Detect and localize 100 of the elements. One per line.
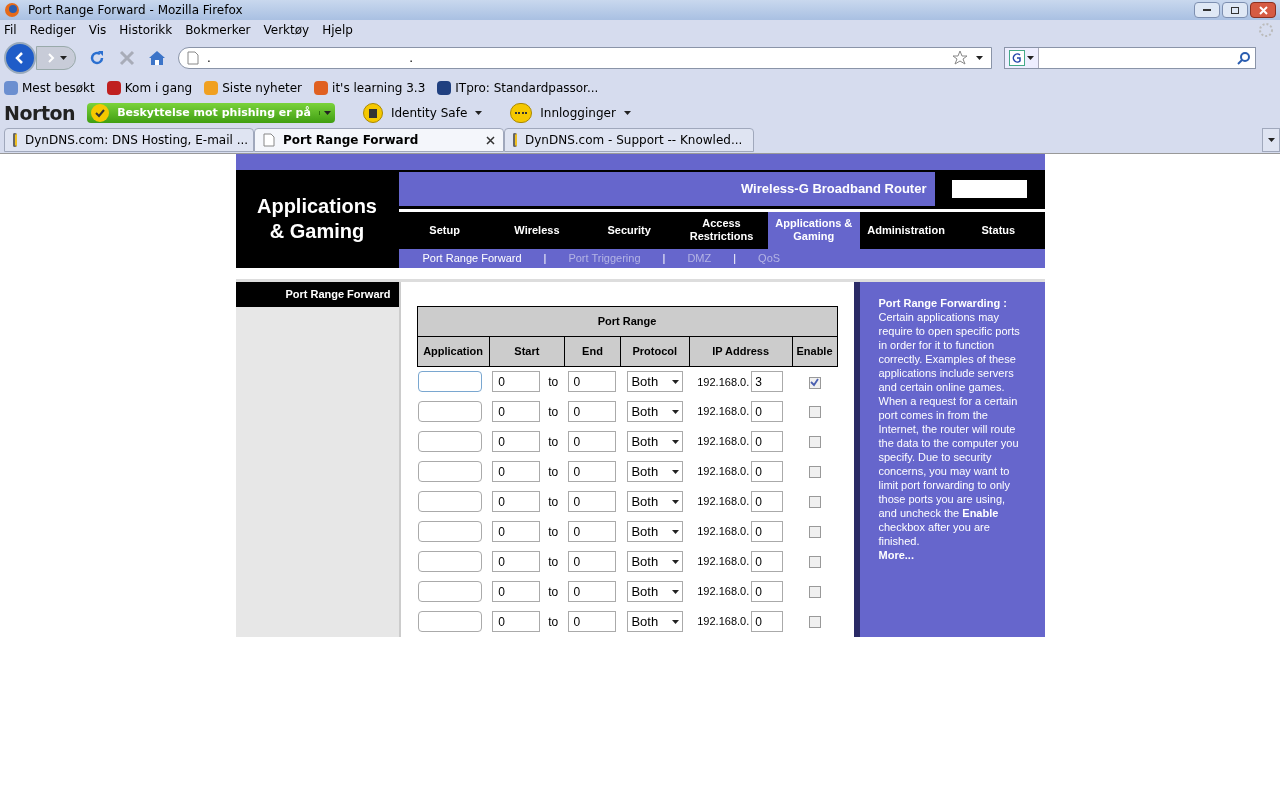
end-port-field[interactable]: 0 (567, 521, 616, 542)
logins-button[interactable]: Innlogginger (510, 103, 631, 123)
application-field[interactable] (418, 581, 482, 602)
application-field[interactable] (418, 401, 482, 422)
menu-item[interactable]: Vis (88, 21, 107, 39)
ip-prefix: 192.168.0. (697, 404, 750, 420)
ip-field[interactable]: 0 (751, 431, 784, 452)
browser-tab[interactable]: DynDNS.com - Support -- Knowled... (504, 128, 754, 152)
enable-checkbox[interactable] (808, 466, 821, 479)
browser-tab[interactable]: DynDNS.com: DNS Hosting, E-mail ... (4, 128, 254, 152)
enable-checkbox[interactable] (808, 616, 821, 629)
bookmark-icon (4, 81, 18, 95)
end-port-field[interactable]: 0 (567, 461, 616, 482)
start-port-field[interactable]: 0 (492, 461, 541, 482)
end-port-field[interactable]: 0 (567, 611, 616, 632)
bookmark-link[interactable]: Siste nyheter (222, 79, 303, 97)
tab-list-button[interactable] (1262, 128, 1280, 152)
ip-field[interactable]: 0 (751, 461, 784, 482)
start-port-field[interactable]: 0 (492, 431, 541, 452)
page-icon (187, 51, 199, 65)
bookmark-icon (437, 81, 452, 95)
more-link[interactable]: More... (878, 549, 914, 561)
search-field[interactable] (1004, 47, 1256, 69)
start-port-field[interactable]: 0 (492, 581, 541, 602)
start-port-field[interactable]: 0 (492, 401, 541, 422)
home-icon[interactable] (148, 49, 166, 67)
menu-item[interactable]: Historikk (119, 21, 173, 39)
application-field[interactable] (418, 461, 482, 482)
close-icon[interactable] (486, 135, 495, 145)
identity-safe-button[interactable]: Identity Safe (362, 103, 483, 123)
end-port-field[interactable]: 0 (567, 581, 616, 602)
end-port-field[interactable]: 0 (567, 491, 616, 512)
ip-field[interactable]: 0 (751, 611, 784, 632)
menu-item[interactable]: Hjelp (322, 21, 353, 39)
search-engine-icon (1009, 50, 1025, 66)
protocol-select[interactable]: Both (627, 491, 684, 512)
protocol-select[interactable]: Both (627, 401, 684, 422)
protocol-select[interactable]: Both (627, 371, 684, 393)
menu-item[interactable]: Rediger (29, 21, 76, 39)
application-field[interactable] (418, 521, 482, 542)
protocol-select[interactable]: Both (627, 461, 684, 482)
end-port-field[interactable]: 0 (567, 401, 616, 422)
protocol-select[interactable]: Both (627, 581, 684, 602)
restore-icon (1231, 6, 1239, 14)
address-bar[interactable]: . . (178, 47, 992, 69)
end-port-field[interactable]: 0 (567, 431, 616, 452)
start-port-field[interactable]: 0 (492, 611, 541, 632)
start-port-field[interactable]: 0 (492, 521, 541, 542)
sub-tab[interactable]: Port Range Forward (422, 250, 522, 267)
application-field[interactable] (418, 551, 482, 572)
enable-checkbox[interactable] (808, 556, 821, 569)
menu-item[interactable]: Fil (4, 21, 17, 39)
start-port-field[interactable]: 0 (492, 551, 541, 572)
ip-field[interactable]: 0 (751, 521, 784, 542)
bookmark-icon (314, 81, 329, 95)
protocol-select[interactable]: Both (627, 611, 684, 632)
to-label: to (548, 493, 559, 511)
protocol-select[interactable]: Both (627, 521, 684, 542)
to-label: to (548, 463, 559, 481)
search-icon[interactable] (1237, 51, 1251, 65)
ip-field[interactable]: 0 (751, 581, 784, 602)
restore-button[interactable] (1222, 2, 1248, 18)
close-button[interactable] (1250, 2, 1276, 18)
enable-checkbox[interactable] (808, 436, 821, 449)
caret-icon (672, 619, 680, 624)
enable-checkbox[interactable] (808, 376, 821, 389)
menu-item[interactable]: Bokmerker (185, 21, 251, 39)
enable-checkbox[interactable] (808, 526, 821, 539)
browser-tab[interactable]: Port Range Forward (254, 128, 504, 152)
start-port-field[interactable]: 0 (492, 371, 541, 393)
ip-field[interactable]: 0 (751, 401, 784, 422)
end-port-field[interactable]: 0 (567, 551, 616, 572)
protocol-select[interactable]: Both (627, 551, 684, 572)
bookmark-link[interactable]: ITpro: Standardpassor... (455, 79, 599, 97)
end-port-field[interactable]: 0 (567, 371, 616, 393)
application-field[interactable] (418, 611, 482, 632)
caret-icon (672, 379, 680, 384)
nav-tab[interactable]: Applications & Gaming (767, 211, 860, 249)
stop-icon[interactable] (118, 49, 136, 67)
ip-field[interactable]: 0 (751, 551, 784, 572)
application-field[interactable] (418, 491, 482, 512)
reload-icon[interactable] (88, 49, 106, 67)
bookmark-link[interactable]: Mest besøkt (22, 79, 95, 97)
menu-item[interactable]: Verktøy (263, 21, 310, 39)
start-port-field[interactable]: 0 (492, 491, 541, 512)
application-field[interactable] (418, 431, 482, 452)
minimize-button[interactable] (1194, 2, 1220, 18)
bookmark-link[interactable]: it's learning 3.3 (332, 79, 426, 97)
ip-field[interactable]: 3 (751, 371, 784, 393)
bookmark-link[interactable]: Kom i gang (124, 79, 193, 97)
enable-checkbox[interactable] (808, 586, 821, 599)
url-text: . . (207, 50, 413, 67)
enable-checkbox[interactable] (808, 406, 821, 419)
back-button[interactable] (4, 42, 36, 74)
to-label: to (548, 373, 559, 391)
ip-field[interactable]: 0 (751, 491, 784, 512)
enable-checkbox[interactable] (808, 496, 821, 509)
protocol-select[interactable]: Both (627, 431, 684, 452)
star-icon[interactable] (952, 50, 968, 66)
application-field[interactable] (418, 371, 482, 393)
